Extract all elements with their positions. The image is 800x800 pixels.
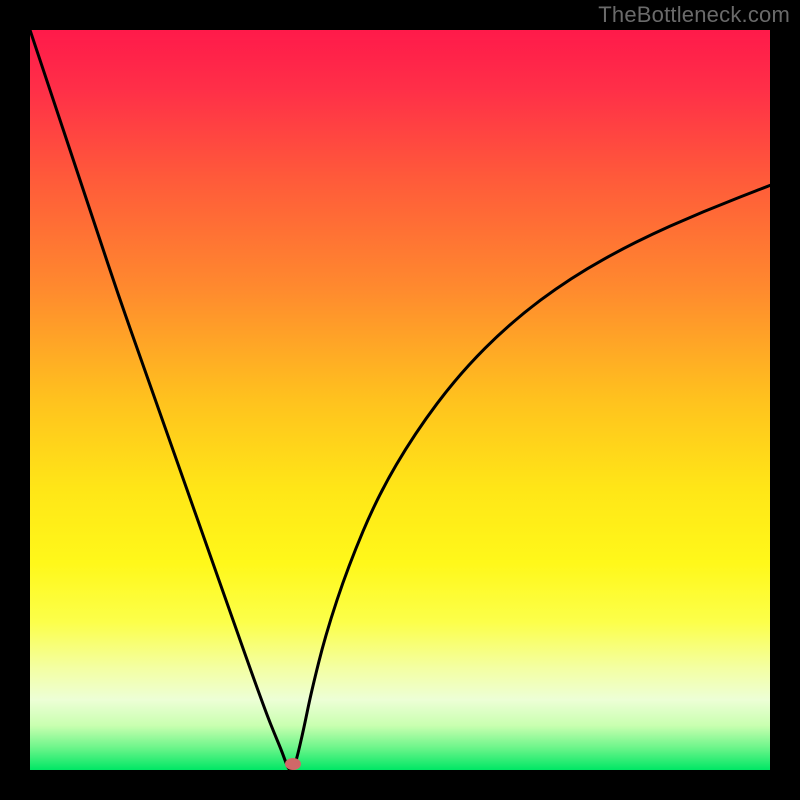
curve-layer bbox=[30, 30, 770, 770]
chart-frame: TheBottleneck.com bbox=[0, 0, 800, 800]
plot-area bbox=[30, 30, 770, 770]
bottleneck-curve bbox=[30, 30, 770, 770]
optimum-marker bbox=[285, 758, 301, 770]
watermark-text: TheBottleneck.com bbox=[598, 2, 790, 28]
